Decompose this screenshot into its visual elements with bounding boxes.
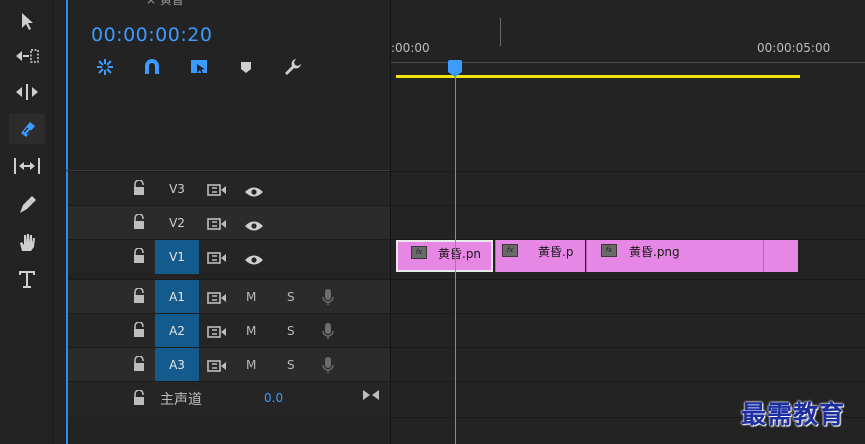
nest-toggle-button[interactable] [94,56,116,78]
fx-badge-icon: fx [502,244,518,257]
lock-icon[interactable] [132,355,146,372]
playhead-timecode[interactable]: 00:00:00:20 [91,24,212,46]
timeline-settings-button[interactable] [282,56,304,78]
track-header-v1: V1 [68,239,390,274]
add-marker-button[interactable] [235,56,257,78]
type-icon [19,271,35,288]
ripple-edit-icon [16,84,38,100]
track-name-v3[interactable]: V3 [155,172,199,206]
lane-separator [391,313,865,314]
track-name-v2[interactable]: V2 [155,206,199,240]
sync-lock-icon[interactable] [207,358,227,377]
hand-tool[interactable] [9,227,45,257]
solo-button[interactable]: S [287,290,295,304]
ripple-edit-tool[interactable] [9,77,45,107]
tools-panel [0,0,50,444]
linked-selection-icon [191,60,207,75]
microphone-icon[interactable] [321,288,335,310]
fx-badge-icon: fx [411,246,427,259]
master-track-label: 主声道 [160,392,202,408]
marker-icon [241,62,251,73]
track-name-a3[interactable]: A3 [155,348,199,382]
clip-3[interactable]: fx 黄昏.png [586,240,763,272]
mute-button[interactable]: M [246,358,256,372]
wrench-icon [285,59,301,75]
ruler-start-label: :00:00 [391,41,430,55]
ruler-end-label: 00:00:05:00 [757,41,831,55]
clip-2[interactable]: fx 黄昏.p [495,240,585,272]
fx-badge-icon: fx [601,244,617,257]
track-header-v2: V2 [68,205,390,239]
type-tool[interactable] [9,264,45,294]
sequence-tab-title: × 黄昏 ≡ [146,0,186,7]
microphone-icon[interactable] [321,322,335,344]
lock-icon[interactable] [132,321,146,338]
mute-button[interactable]: M [246,324,256,338]
lane-separator [391,347,865,348]
master-volume-value[interactable]: 0.0 [264,391,283,405]
solo-button[interactable]: S [287,358,295,372]
track-select-icon [16,49,39,63]
lock-icon[interactable] [132,287,146,304]
playhead-handle[interactable] [448,60,462,77]
sync-lock-icon[interactable] [207,216,227,235]
snap-button[interactable] [141,56,163,78]
solo-button[interactable]: S [287,324,295,338]
razor-tool[interactable] [9,114,45,144]
lock-icon[interactable] [132,179,146,196]
pen-tool[interactable] [9,190,45,220]
track-header-v3: V3 [68,171,390,205]
playhead-line[interactable] [455,70,456,444]
lock-icon[interactable] [132,389,146,406]
sync-lock-icon[interactable] [207,324,227,343]
pen-icon [20,196,36,213]
track-header-master [68,381,390,417]
nest-icon [97,59,113,75]
track-name-a2[interactable]: A2 [155,314,199,348]
microphone-icon[interactable] [321,356,335,378]
lane-separator [391,381,865,382]
eye-icon[interactable] [244,251,264,270]
sync-lock-icon[interactable] [207,182,227,201]
sequence-tab[interactable]: × 黄昏 ≡ [66,0,186,8]
magnet-icon [145,59,159,74]
slip-tool[interactable] [9,151,45,181]
lock-icon[interactable] [132,213,146,230]
clip-name: 黄昏.pn [438,247,482,261]
go-to-end-icon[interactable] [362,387,380,406]
tools-divider [52,0,53,444]
track-name-v1[interactable]: V1 [155,240,199,274]
sync-lock-icon[interactable] [207,290,227,309]
sync-lock-icon[interactable] [207,250,227,269]
eye-icon[interactable] [244,183,264,202]
clip-1[interactable]: fx 黄昏.pn [396,240,493,272]
ruler-tick-major [500,18,501,46]
track-name-a1[interactable]: A1 [155,280,199,314]
lane-separator [391,279,865,280]
track-header-a1: A1 M S [68,279,390,314]
clip-name: 黄昏.png [629,245,680,259]
lane-separator [391,205,865,206]
track-header-a3: A3 M S [68,347,390,382]
selection-tool[interactable] [9,6,45,36]
clip-name: 黄昏.p [538,245,574,259]
watermark-logo: 最需教育 [741,400,846,429]
track-header-a2: A2 M S [68,313,390,348]
slip-icon [14,158,40,174]
track-select-tool[interactable] [9,41,45,71]
eye-icon[interactable] [244,217,264,236]
mute-button[interactable]: M [246,290,256,304]
linked-selection-button[interactable] [188,56,210,78]
lane-separator [391,171,865,172]
hand-icon [20,234,35,251]
razor-icon [21,122,35,137]
clip-4[interactable] [763,240,798,272]
track-header-divider[interactable] [390,0,391,444]
lock-icon[interactable] [132,247,146,264]
arrow-icon [22,13,33,30]
